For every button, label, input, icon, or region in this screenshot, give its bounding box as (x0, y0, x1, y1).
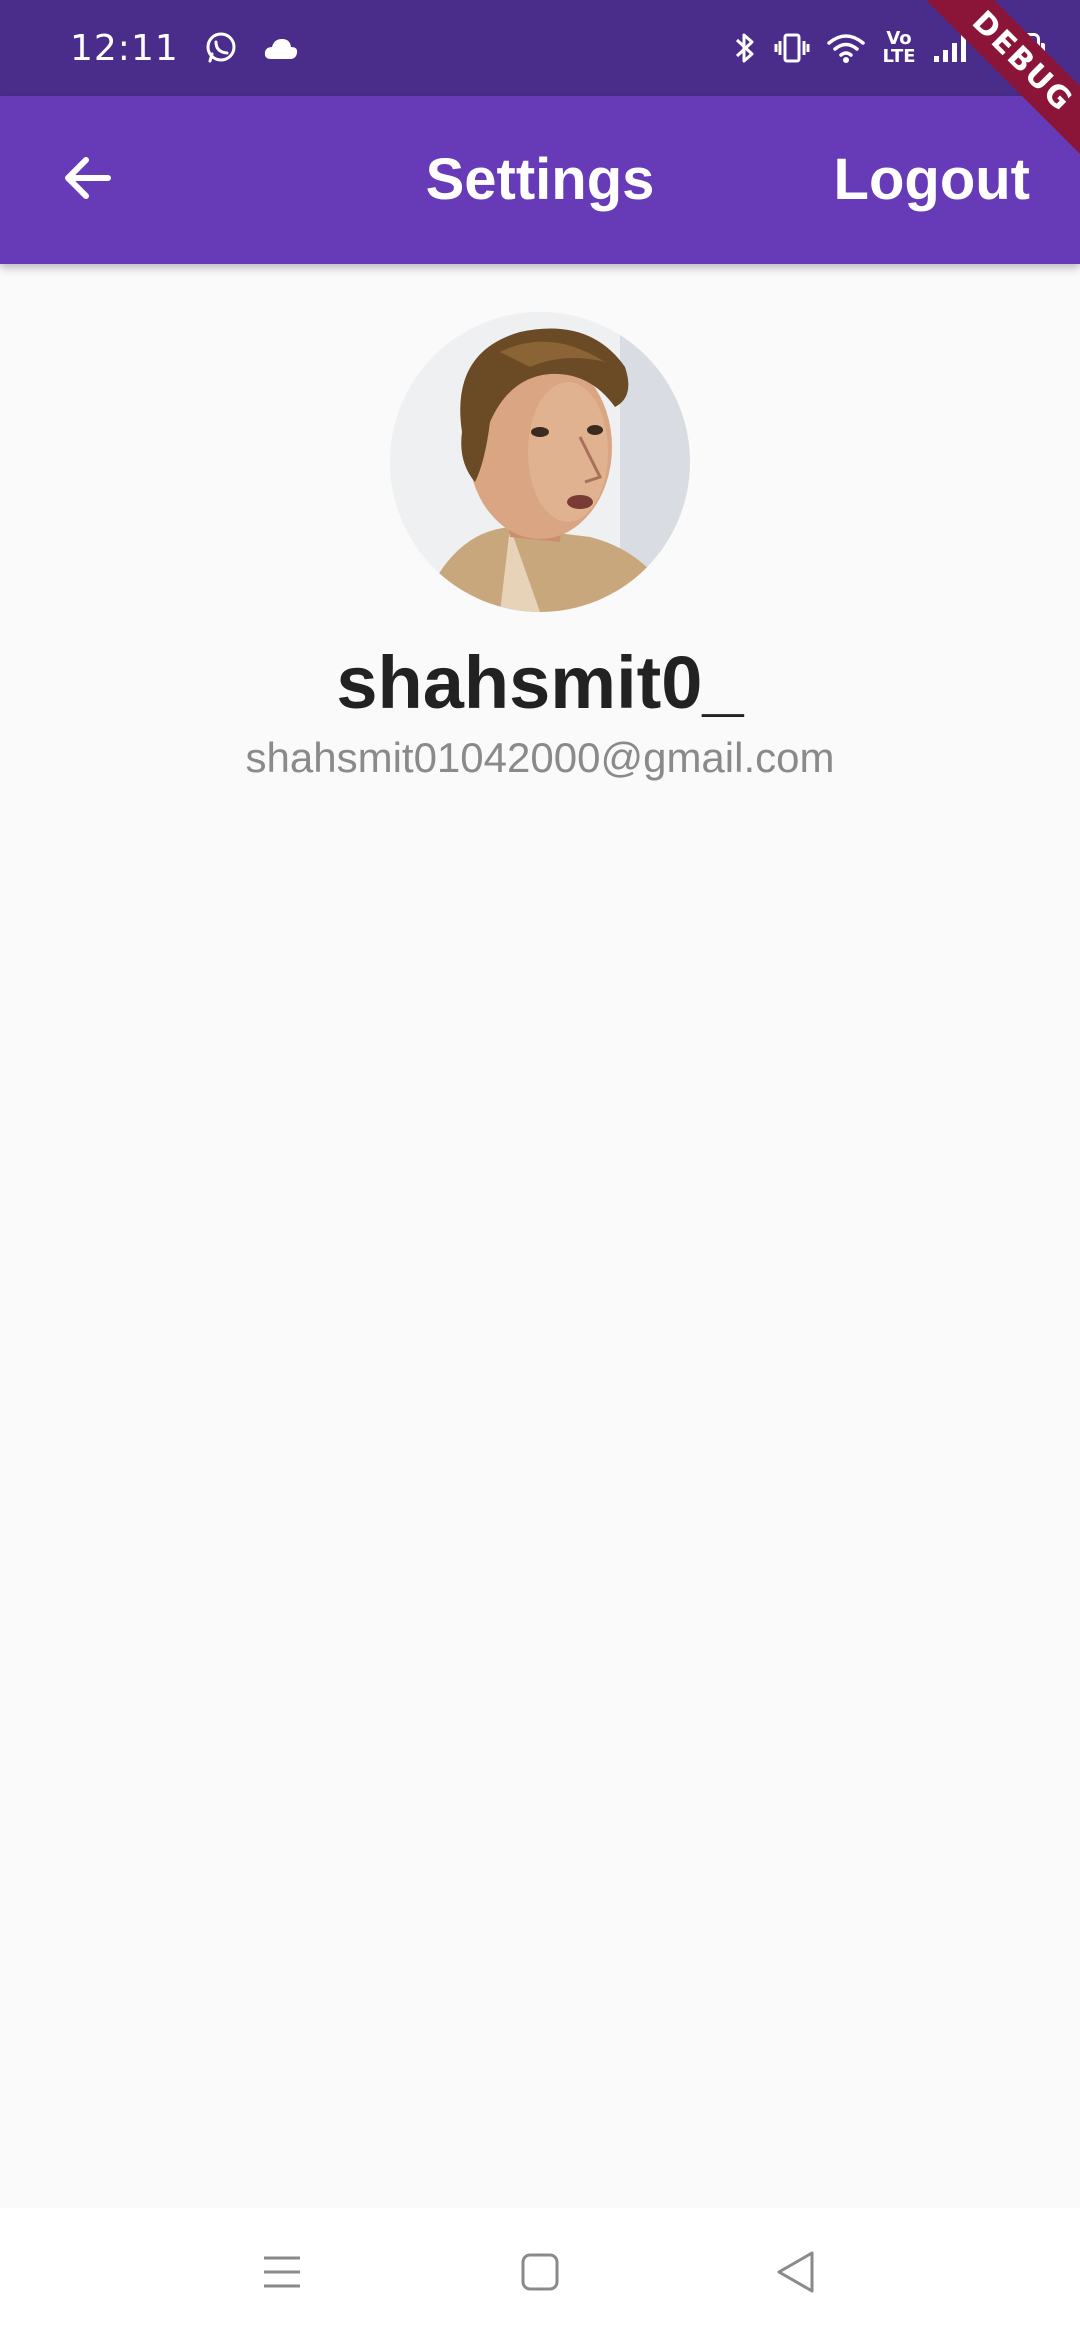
home-square-icon (520, 2252, 560, 2296)
status-left: 12:11 (70, 0, 299, 96)
app-bar: Settings Logout (0, 96, 1080, 264)
logout-button[interactable]: Logout (834, 96, 1030, 264)
vibrate-icon (774, 30, 810, 66)
profile-username: shahsmit0_ (336, 641, 744, 724)
profile-email: shahsmit01042000@gmail.com (245, 734, 835, 781)
nav-home-button[interactable] (495, 2238, 585, 2310)
bluetooth-icon (732, 30, 758, 66)
system-nav-bar (0, 2208, 1080, 2340)
whatsapp-icon (203, 30, 239, 66)
wifi-icon (826, 32, 866, 64)
triangle-back-icon (774, 2250, 816, 2298)
settings-screen: 12:11 Vo LTE DEBUG Settings Logout shahs… (0, 0, 1080, 2340)
menu-icon (262, 2254, 302, 2294)
avatar (390, 312, 690, 612)
cloud-icon (263, 35, 299, 61)
status-time: 12:11 (70, 27, 179, 69)
avatar-photo (390, 312, 690, 612)
nav-back-button[interactable] (750, 2238, 840, 2310)
nav-menu-button[interactable] (237, 2238, 327, 2310)
status-bar: 12:11 Vo LTE (0, 0, 1080, 96)
volte-label: Vo LTE (882, 28, 916, 67)
